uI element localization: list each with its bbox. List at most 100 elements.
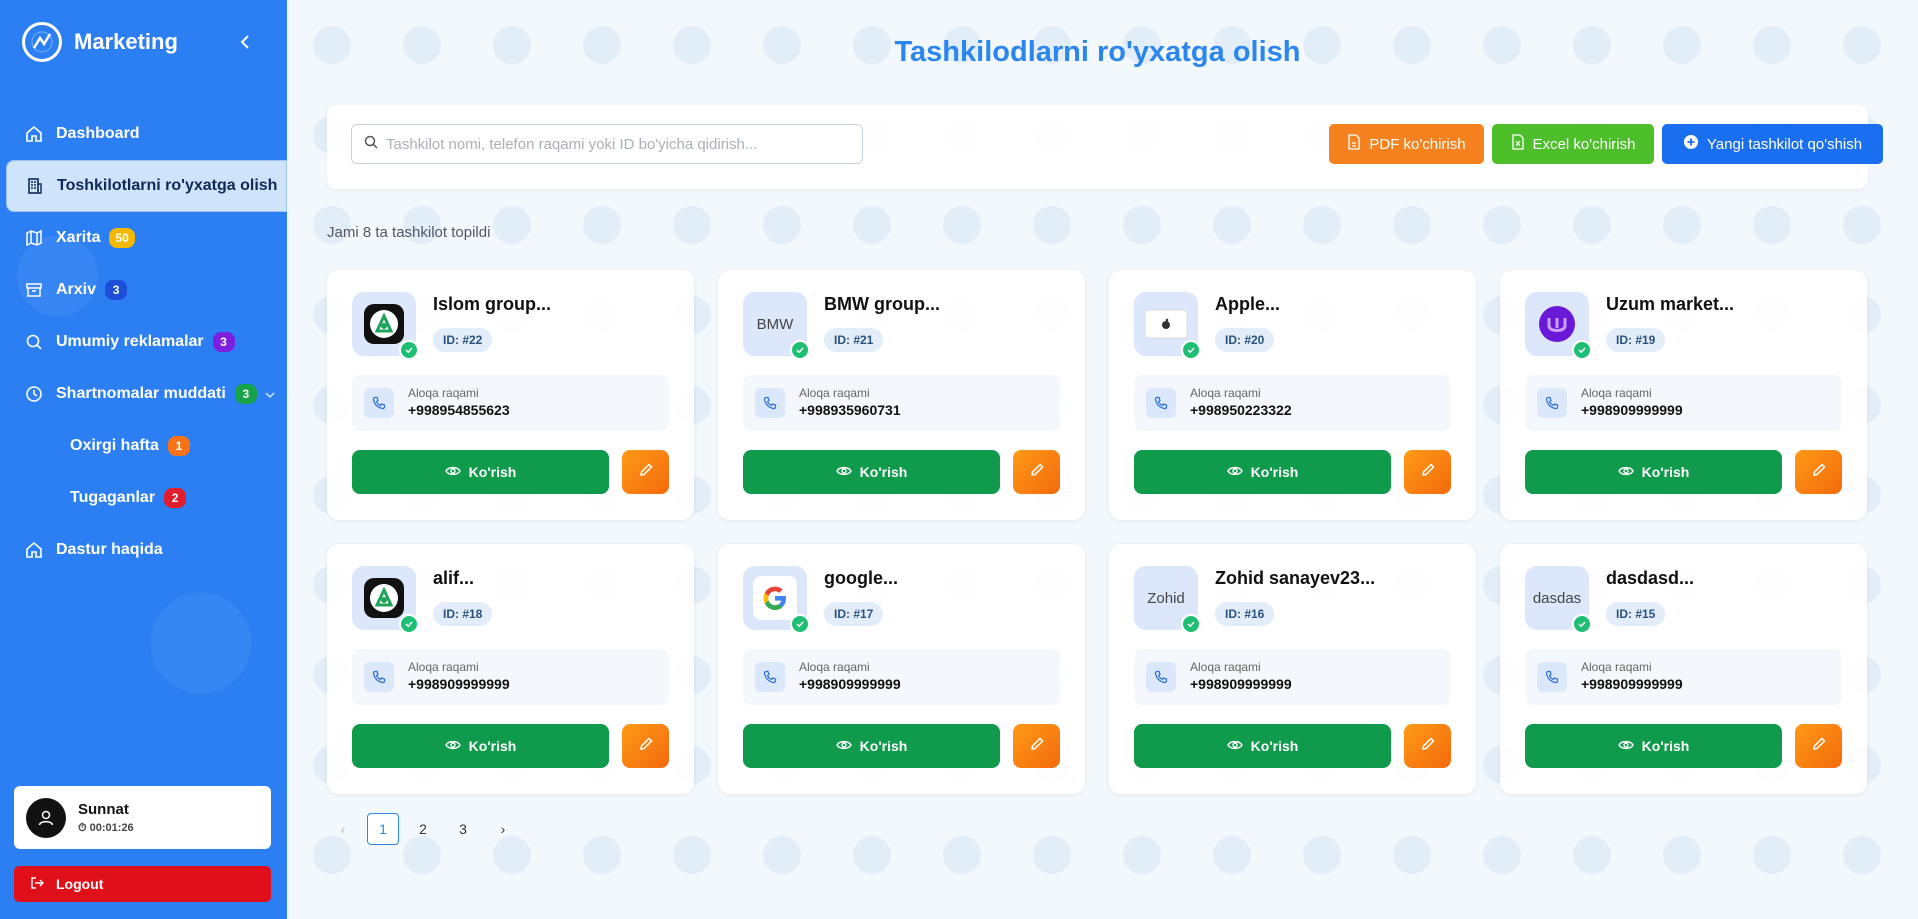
excel-export-button[interactable]: Excel ko'chirish: [1492, 124, 1654, 164]
user-card[interactable]: Sunnat ⏱ 00:01:26: [14, 786, 271, 849]
sidebar-item-contract-terms[interactable]: Shartnomalar muddati 3: [0, 368, 287, 420]
sidebar-item-label: Tugaganlar: [70, 489, 156, 506]
contact-label: Aloqa raqami: [1581, 660, 1652, 674]
view-button[interactable]: Ko'rish: [743, 450, 1000, 494]
view-button[interactable]: Ko'rish: [743, 724, 1000, 768]
sidebar-item-last-week[interactable]: Oxirgi hafta 1: [0, 420, 287, 472]
pencil-icon: [1420, 736, 1436, 757]
prev-page-button[interactable]: ‹: [327, 813, 359, 845]
sidebar-item-general-ads[interactable]: Umumiy reklamalar 3: [0, 316, 287, 368]
phone-icon: [364, 388, 394, 418]
contact-phone: +998909999999: [408, 676, 510, 692]
archive-count-badge: 3: [105, 280, 128, 300]
next-page-button[interactable]: ›: [487, 813, 519, 845]
search-input[interactable]: [386, 135, 846, 153]
page-button-2[interactable]: 2: [407, 813, 439, 845]
sidebar-item-label: Dastur haqida: [56, 541, 163, 558]
organization-card: Uzum market... ID: #19 Aloqa raqami +998…: [1500, 270, 1867, 520]
eye-icon: [1617, 738, 1642, 754]
eye-icon: [1226, 464, 1251, 480]
phone-icon: [1537, 388, 1567, 418]
contact-label: Aloqa raqami: [408, 660, 479, 674]
view-button[interactable]: Ko'rish: [352, 450, 609, 494]
organization-name: alif...: [433, 568, 475, 588]
broken-image-alt: dasdas: [1532, 589, 1582, 607]
collapse-sidebar-icon[interactable]: [236, 32, 254, 52]
verified-check-icon: [790, 340, 810, 360]
pdf-file-icon: [1347, 134, 1369, 154]
pdf-export-button[interactable]: PDF ko'chirish: [1329, 124, 1484, 164]
contact-box: Aloqa raqami +998909999999: [352, 649, 669, 705]
chevron-down-icon[interactable]: [264, 388, 276, 406]
view-button[interactable]: Ko'rish: [1134, 450, 1391, 494]
edit-button[interactable]: [1013, 450, 1060, 494]
edit-button[interactable]: [622, 724, 669, 768]
eye-icon: [444, 738, 469, 754]
organization-id-badge: ID: #17: [824, 602, 884, 626]
contact-label: Aloqa raqami: [1581, 386, 1652, 400]
organization-name: Zohid sanayev23...: [1215, 568, 1376, 588]
excel-file-icon: [1511, 134, 1533, 154]
edit-button[interactable]: [1404, 450, 1451, 494]
contact-label: Aloqa raqami: [799, 660, 870, 674]
session-time: 00:01:26: [89, 821, 134, 834]
contact-box: Aloqa raqami +998950223322: [1134, 375, 1451, 431]
sidebar: Marketing Dashboard Toshkilotlarni ro'yx…: [0, 0, 287, 919]
edit-button[interactable]: [1795, 724, 1842, 768]
contact-box: Aloqa raqami +998909999999: [743, 649, 1060, 705]
view-button[interactable]: Ko'rish: [1525, 724, 1782, 768]
view-button[interactable]: Ko'rish: [1134, 724, 1391, 768]
map-count-badge: 50: [109, 228, 135, 248]
sidebar-item-label: Umumiy reklamalar: [56, 333, 204, 350]
organization-card: Zohid Zohid sanayev23... ID: #16 Aloqa r…: [1109, 544, 1476, 794]
view-button[interactable]: Ko'rish: [1525, 450, 1782, 494]
pdf-export-label: PDF ko'chirish: [1369, 135, 1466, 153]
organization-id-badge: ID: #21: [824, 328, 884, 352]
edit-button[interactable]: [1404, 724, 1451, 768]
sidebar-item-expired[interactable]: Tugaganlar 2: [0, 472, 287, 524]
pencil-icon: [638, 736, 654, 757]
logout-button[interactable]: Logout: [14, 866, 271, 902]
contracts-count-badge: 3: [234, 384, 257, 404]
view-label: Ko'rish: [859, 738, 908, 754]
organization-card: dasdas dasdasd... ID: #15 Aloqa raqami +…: [1500, 544, 1867, 794]
sidebar-item-label: Dashboard: [56, 125, 140, 142]
contact-phone: +998909999999: [1190, 676, 1292, 692]
sidebar-item-dashboard[interactable]: Dashboard: [0, 108, 287, 160]
view-label: Ko'rish: [468, 738, 517, 754]
view-label: Ko'rish: [1250, 738, 1299, 754]
logout-icon: [30, 876, 44, 893]
view-label: Ko'rish: [1641, 738, 1690, 754]
session-timer: ⏱ 00:01:26: [78, 821, 134, 834]
edit-button[interactable]: [1013, 724, 1060, 768]
contact-box: Aloqa raqami +998909999999: [1525, 375, 1842, 431]
organization-name: dasdasd...: [1606, 568, 1695, 588]
contact-phone: +998954855623: [408, 402, 510, 418]
contact-box: Aloqa raqami +998909999999: [1134, 649, 1451, 705]
sidebar-item-organizations[interactable]: Toshkilotlarni ro'yxatga olish: [6, 160, 287, 212]
pencil-icon: [1811, 462, 1827, 483]
organization-id-badge: ID: #18: [433, 602, 493, 626]
pencil-icon: [1029, 462, 1045, 483]
brand[interactable]: Marketing: [22, 22, 178, 62]
verified-check-icon: [399, 614, 419, 634]
page-button-3[interactable]: 3: [447, 813, 479, 845]
page-button-1[interactable]: 1: [367, 813, 399, 845]
pencil-icon: [1420, 462, 1436, 483]
sidebar-item-archive[interactable]: Arxiv 3: [0, 264, 287, 316]
edit-button[interactable]: [622, 450, 669, 494]
edit-button[interactable]: [1795, 450, 1842, 494]
contact-box: Aloqa raqami +998935960731: [743, 375, 1060, 431]
organization-name: BMW group...: [824, 294, 940, 314]
organization-name: Apple...: [1215, 294, 1281, 314]
contact-phone: +998909999999: [1581, 402, 1683, 418]
sidebar-item-about[interactable]: Dastur haqida: [0, 524, 287, 576]
phone-icon: [1146, 388, 1176, 418]
logout-label: Logout: [56, 876, 104, 892]
verified-check-icon: [1181, 614, 1201, 634]
sidebar-item-map[interactable]: Xarita 50: [0, 212, 287, 264]
add-organization-button[interactable]: Yangi tashkilot qo'shish: [1662, 124, 1883, 164]
clock-icon: [24, 384, 44, 404]
organization-id-badge: ID: #16: [1215, 602, 1275, 626]
view-button[interactable]: Ko'rish: [352, 724, 609, 768]
